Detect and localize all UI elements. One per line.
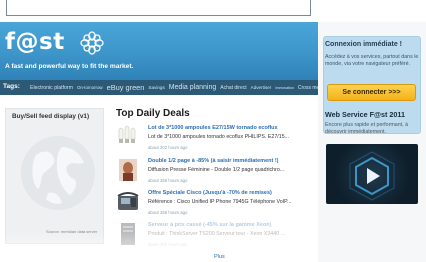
web-service-title: Web Service F@st 2011 [325,110,405,119]
deal-title[interactable]: Double 1/2 page à -85% (à saisir immédia… [148,158,318,164]
tag-cloud: Electronic platform On-tomorrow eBuy green… [30,80,318,95]
top-deals-title: Top Daily Deals [116,108,190,119]
buy-sell-feed-card: Buy/Sell feed display (v1) Source: merid… [5,108,104,244]
globe-icon [21,136,95,210]
connect-button[interactable]: Se connecter >>> [327,84,416,101]
tag-link[interactable]: Media planning [169,84,216,91]
deal-title[interactable]: Offre Spéciale Cisco (Jusqu'à -70% de re… [148,190,318,196]
page: f@st A fast and powerful way to fit the … [0,0,426,262]
magazine-icon [119,159,137,181]
feed-card-title: Buy/Sell feed display (v1) [12,113,90,120]
top-strip [0,0,426,22]
deal-time: about 266 hours ago [148,210,188,215]
deal-title[interactable]: Serveur à prix cassé (-45% sur la gamme … [148,222,318,228]
tags-label: Tags: [3,83,20,90]
tag-link[interactable]: Savings [148,85,164,90]
deal-time: about 266 hours ago [148,242,188,247]
more-deals-link[interactable]: Plus [214,254,225,260]
deal-description: Produit : ThinkServer TS200 Serveur tour… [148,231,286,237]
feed-source: Source: meridian data server [46,229,98,234]
deal-description: Référence : Cisco Unified IP Phone 7945G… [148,199,292,205]
tag-link[interactable]: Immovation [275,86,294,90]
play-video-icon[interactable] [326,144,418,204]
ip-phone-icon [117,192,139,210]
tags-bar: Tags: Electronic platform On-tomorrow eBuy… [0,80,318,95]
deal-time: about 202 hours ago [148,145,188,150]
tag-link[interactable]: Achat direct [220,85,246,91]
connexion-title: Connexion immédiate ! [325,41,403,48]
tag-link[interactable]: eBuy green [107,83,145,92]
tag-link[interactable]: Cross media [298,85,318,91]
connexion-text: Accédez à vos services, partout dans le … [325,54,419,68]
deal-description: Diffusion Presse Féminine - Double 1/2 p… [148,167,285,173]
tag-link[interactable]: On-tomorrow [77,85,103,90]
web-service-text: Encore plus rapide et performant, à déco… [325,122,409,136]
site-logo[interactable]: f@st [5,29,65,55]
top-search-frame[interactable] [6,0,311,16]
deal-title[interactable]: Lot de 3*1000 ampoules E27/15W tornado e… [148,125,318,131]
flower-logo-icon [80,31,104,55]
lightbulbs-icon [118,125,136,143]
tag-link[interactable]: Electronic platform [30,85,73,91]
right-sidebar: Connexion immédiate ! Accédez à vos serv… [318,22,426,262]
deal-description: Lot de 3*1000 ampoules tornado ecoflux P… [148,134,290,140]
video-player[interactable] [326,144,418,204]
deal-time: about 266 hours ago [148,178,188,183]
server-icon [121,223,135,245]
site-tagline: A fast and powerful way to fit the marke… [5,63,134,70]
tag-link[interactable]: Advertiser [251,85,272,90]
